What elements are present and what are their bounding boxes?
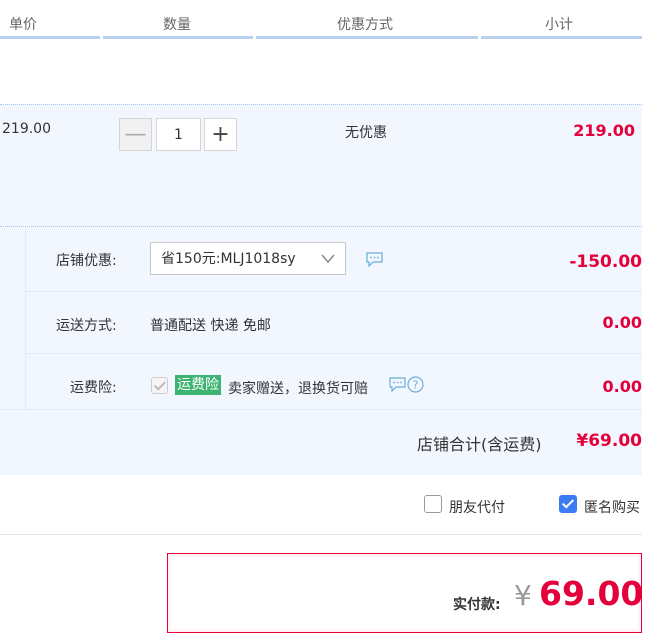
shipping-label: 运送方式: — [56, 318, 117, 334]
quantity-plus-button[interactable]: + — [204, 118, 237, 151]
anonymous-label[interactable]: 匿名购买 — [584, 497, 640, 517]
header-promotion: 优惠方式 — [337, 17, 393, 33]
options-divider — [0, 534, 642, 535]
shop-left-gutter — [0, 227, 26, 409]
row-divider — [25, 291, 642, 292]
payment-label: 实付款: — [453, 597, 501, 613]
insurance-amount: 0.00 — [602, 377, 642, 396]
plus-icon: + — [211, 122, 230, 147]
insurance-tag: 运费险 — [175, 375, 221, 395]
insurance-label: 运费险: — [70, 380, 117, 396]
insurance-checkbox[interactable] — [151, 377, 168, 394]
svg-text:?: ? — [413, 379, 419, 392]
friend-pay-checkbox[interactable] — [424, 495, 442, 513]
header-divider — [256, 36, 478, 39]
friend-pay-label[interactable]: 朋友代付 — [449, 497, 505, 517]
chevron-down-icon — [321, 243, 335, 289]
header-quantity: 数量 — [163, 17, 191, 33]
shop-discount-label: 店铺优惠: — [56, 253, 117, 269]
item-subtotal: 219.00 — [573, 121, 635, 140]
header-divider — [481, 36, 642, 39]
header-divider — [0, 36, 100, 39]
message-icon[interactable] — [389, 377, 406, 396]
minus-icon: — — [124, 122, 147, 147]
payment-amount: 69.00 — [539, 574, 644, 613]
insurance-desc: 卖家赠送，退换货可赔 — [228, 381, 368, 397]
header-subtotal: 小计 — [545, 17, 573, 33]
item-unit-price: 219.00 — [2, 121, 51, 137]
shop-discount-amount: -150.00 — [569, 252, 642, 272]
row-divider — [25, 353, 642, 354]
shipping-amount: 0.00 — [602, 313, 642, 332]
quantity-input[interactable]: 1 — [156, 118, 201, 151]
row-divider — [0, 409, 642, 410]
help-icon[interactable]: ? — [407, 376, 424, 397]
item-row: 219.00 — 1 + 无优惠 219.00 — [0, 104, 642, 226]
item-promotion: 无优惠 — [345, 125, 387, 141]
header-unit-price: 单价 — [9, 17, 37, 33]
shop-total-label: 店铺合计(含运费) — [417, 435, 542, 454]
shipping-value: 普通配送 快递 免邮 — [150, 318, 271, 334]
payment-currency: ¥ — [514, 579, 532, 612]
header-divider — [103, 36, 253, 39]
message-icon[interactable] — [366, 252, 383, 271]
anonymous-checkbox[interactable] — [559, 495, 577, 513]
shop-total-amount: ¥69.00 — [576, 431, 642, 451]
shop-discount-select[interactable]: 省150元:MLJ1018sy — [150, 242, 346, 275]
quantity-minus-button[interactable]: — — [119, 118, 152, 151]
shop-discount-value: 省150元:MLJ1018sy — [161, 251, 296, 267]
